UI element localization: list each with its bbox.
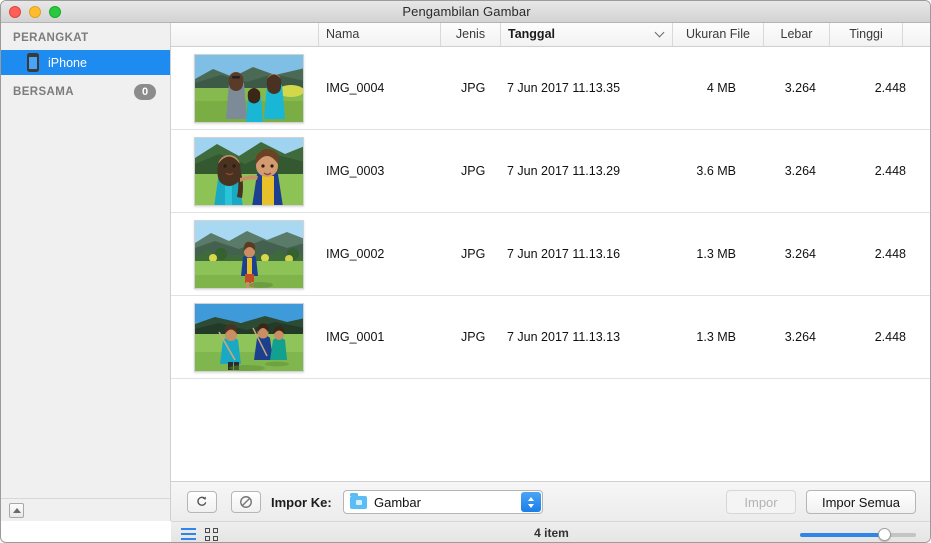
cell-size: 1.3 MB bbox=[696, 330, 736, 344]
table-row[interactable]: IMG_0001 JPG 7 Jun 2017 11.13.13 1.3 MB … bbox=[171, 296, 930, 379]
cell-name: IMG_0003 bbox=[326, 164, 385, 178]
cell-name: IMG_0004 bbox=[326, 81, 385, 95]
status-bar: 4 item bbox=[171, 521, 930, 542]
thumbnail bbox=[194, 220, 304, 289]
file-list-empty-area bbox=[171, 379, 930, 481]
destination-popup[interactable]: Gambar bbox=[343, 490, 543, 514]
table-row[interactable]: IMG_0003 JPG 7 Jun 2017 11.13.29 3.6 MB … bbox=[171, 130, 930, 213]
file-list[interactable]: IMG_0004 JPG 7 Jun 2017 11.13.35 4 MB 3.… bbox=[171, 47, 930, 481]
cell-width: 3.264 bbox=[784, 330, 816, 344]
column-header-width[interactable]: Lebar bbox=[764, 23, 830, 46]
cell-height: 2.448 bbox=[874, 247, 906, 261]
sidebar-shared-header: BERSAMA bbox=[13, 86, 74, 98]
rotate-icon bbox=[197, 496, 207, 506]
cell-date: 7 Jun 2017 11.13.16 bbox=[507, 247, 621, 261]
cell-type: JPG bbox=[461, 247, 486, 261]
sidebar-item-label: iPhone bbox=[48, 55, 87, 70]
column-header-date[interactable]: Tanggal bbox=[501, 23, 673, 46]
iphone-icon bbox=[27, 53, 39, 72]
thumbnail-size-slider[interactable] bbox=[800, 528, 916, 541]
pictures-folder-icon bbox=[350, 492, 367, 509]
cell-height: 2.448 bbox=[874, 330, 906, 344]
cell-date: 7 Jun 2017 11.13.13 bbox=[507, 330, 621, 344]
table-row[interactable]: IMG_0002 JPG 7 Jun 2017 11.13.16 1.3 MB … bbox=[171, 213, 930, 296]
import-to-label: Impor Ke: bbox=[271, 495, 332, 510]
cell-size: 1.3 MB bbox=[696, 247, 736, 261]
sidebar-devices-header: PERANGKAT bbox=[13, 32, 89, 44]
maximize-button[interactable] bbox=[49, 6, 61, 18]
sidebar: PERANGKAT iPhone BERSAMA 0 bbox=[1, 23, 171, 521]
column-header-spacer bbox=[903, 23, 930, 46]
shared-count-badge: 0 bbox=[134, 84, 156, 100]
slider-fill bbox=[800, 533, 885, 537]
eject-icon[interactable] bbox=[9, 502, 24, 518]
column-header-row: Nama Jenis Tanggal Ukuran File Lebar Tin… bbox=[171, 23, 930, 47]
thumbnail bbox=[194, 303, 304, 372]
cell-width: 3.264 bbox=[784, 164, 816, 178]
cell-width: 3.264 bbox=[784, 81, 816, 95]
cell-height: 2.448 bbox=[874, 81, 906, 95]
cell-type: JPG bbox=[461, 330, 486, 344]
close-button[interactable] bbox=[9, 6, 21, 18]
thumbnail bbox=[194, 54, 304, 123]
cell-type: JPG bbox=[461, 164, 486, 178]
import-button[interactable]: Impor bbox=[726, 490, 796, 514]
sidebar-shared-header-row: BERSAMA 0 bbox=[1, 75, 170, 106]
column-header-height[interactable]: Tinggi bbox=[830, 23, 903, 46]
delete-button[interactable] bbox=[231, 491, 261, 513]
sidebar-footer bbox=[1, 498, 170, 521]
table-row[interactable]: IMG_0004 JPG 7 Jun 2017 11.13.35 4 MB 3.… bbox=[171, 47, 930, 130]
no-entry-icon bbox=[240, 496, 252, 508]
cell-type: JPG bbox=[461, 81, 486, 95]
cell-size: 3.6 MB bbox=[696, 164, 736, 178]
bottom-toolbar: Impor Ke: Gambar Impor Impor Semua bbox=[171, 481, 930, 521]
column-header-name[interactable]: Nama bbox=[319, 23, 441, 46]
window-controls bbox=[9, 1, 61, 23]
title-bar: Pengambilan Gambar bbox=[1, 1, 930, 23]
image-capture-window: Pengambilan Gambar PERANGKAT iPhone BERS… bbox=[0, 0, 931, 543]
sidebar-item-iphone[interactable]: iPhone bbox=[1, 50, 170, 75]
cell-name: IMG_0001 bbox=[326, 330, 385, 344]
thumbnail bbox=[194, 137, 304, 206]
cell-size: 4 MB bbox=[706, 81, 736, 95]
column-header-thumb[interactable] bbox=[171, 23, 319, 46]
chevron-updown-icon[interactable] bbox=[521, 492, 541, 512]
import-all-button[interactable]: Impor Semua bbox=[806, 490, 916, 514]
destination-value: Gambar bbox=[374, 494, 421, 510]
cell-width: 3.264 bbox=[784, 247, 816, 261]
cell-date: 7 Jun 2017 11.13.35 bbox=[507, 81, 621, 95]
cell-height: 2.448 bbox=[874, 164, 906, 178]
rotate-button[interactable] bbox=[187, 491, 217, 513]
cell-date: 7 Jun 2017 11.13.29 bbox=[507, 164, 621, 178]
column-header-type[interactable]: Jenis bbox=[441, 23, 501, 46]
cell-name: IMG_0002 bbox=[326, 247, 385, 261]
column-header-size[interactable]: Ukuran File bbox=[673, 23, 764, 46]
minimize-button[interactable] bbox=[29, 6, 41, 18]
window-title: Pengambilan Gambar bbox=[402, 4, 531, 19]
